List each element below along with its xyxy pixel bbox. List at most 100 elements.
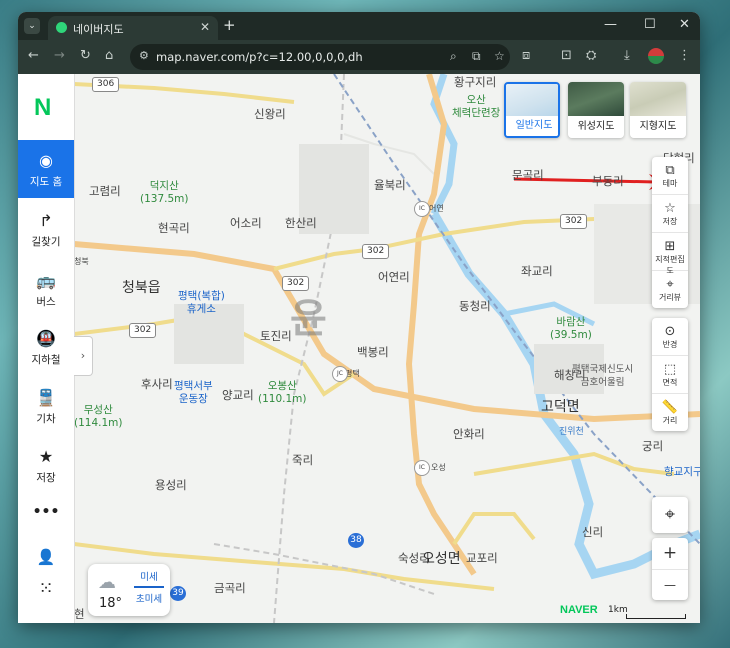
road-shield: 302 (560, 214, 588, 229)
temperature: 18° (99, 596, 123, 611)
measure-tools-panel: ⊙ 반경 ⬚ 면적 📏 거리 (652, 318, 688, 431)
map-type-satellite-button[interactable]: 위성지도 (568, 82, 624, 138)
cast-icon[interactable]: ⧉ (472, 49, 481, 64)
cadastral-icon: ⊞ (664, 239, 676, 254)
apps-grid-icon[interactable]: ⁙ (18, 578, 74, 602)
place-label: 고덕면 (541, 399, 580, 415)
sidebar-more-button[interactable]: ••• (18, 504, 74, 530)
distance-button[interactable]: 📏 거리 (652, 394, 688, 431)
tool-label: 테마 (662, 179, 678, 188)
my-location-button[interactable]: ⌖ (652, 497, 688, 533)
place-label: 문곡리 (512, 168, 544, 182)
tool-label: 반경 (662, 340, 678, 349)
road-shield: 302 (129, 323, 157, 338)
map-canvas[interactable]: 황구지리 오산 체력단련장 당현리 신왕리 문곡리 율북리 고렴리 덕지산 (1… (74, 74, 700, 623)
sidebar-item-directions[interactable]: ↱ 길찾기 (18, 200, 74, 258)
profile-avatar[interactable] (648, 48, 664, 64)
place-label: 부동리 (592, 174, 624, 188)
screenshot-icon[interactable]: ⊡ (561, 48, 572, 63)
river-label: 진위천 (559, 427, 584, 437)
poi-label: 덕지산 (137.5m) (140, 180, 189, 205)
browser-tab[interactable]: 네이버지도 ✕ (48, 16, 218, 40)
sidebar-item-label: 기차 (36, 413, 56, 425)
cloud-icon: ☁ (98, 572, 116, 593)
privacy-icon[interactable]: ⛭ (586, 48, 596, 63)
place-label: 안화리 (453, 427, 485, 441)
place-label: 백봉리 (357, 345, 389, 359)
theme-button[interactable]: ⧉ 테마 (652, 157, 688, 195)
sidebar-item-label: 저장 (36, 472, 56, 484)
ultrafine-dust-label: 초미세 (135, 594, 163, 605)
scale-label: 1km (608, 605, 628, 615)
close-window-button[interactable]: ✕ (679, 17, 690, 32)
user-icon[interactable]: 👤 (18, 548, 74, 572)
weather-widget[interactable]: ☁ 18° 미세 초미세 (88, 564, 170, 616)
place-label: 황구지리 (454, 75, 497, 89)
maximize-button[interactable]: ☐ (644, 17, 656, 32)
map-thumbnail (506, 84, 558, 116)
tab-search-button[interactable]: ⌄ (24, 18, 40, 34)
site-info-icon[interactable]: ⚙ (139, 49, 149, 62)
map-type-normal-button[interactable]: 일반지도 (504, 82, 560, 138)
poi-label: 오산 체력단련장 (452, 94, 501, 119)
download-icon[interactable]: ⤓ (624, 48, 630, 63)
expand-panel-button[interactable]: › (74, 336, 93, 376)
place-label: 어연리 (378, 270, 410, 284)
zoom-in-button[interactable]: + (652, 538, 688, 570)
area-button[interactable]: ⬚ 면적 (652, 356, 688, 394)
url-text[interactable]: map.naver.com/p?c=12.00,0,0,0,dh (156, 50, 363, 64)
place-label: 용성리 (155, 478, 187, 492)
home-icon[interactable]: ⌂ (105, 48, 113, 63)
sidebar-item-saved[interactable]: ★ 저장 (18, 436, 74, 494)
zoom-control: + — (652, 538, 688, 600)
naver-brand-logo: NAVER (560, 604, 598, 616)
radius-button[interactable]: ⊙ 반경 (652, 318, 688, 356)
road-shield: 302 (362, 244, 390, 259)
browser-menu-icon[interactable]: ⋮ (678, 48, 691, 63)
address-bar[interactable]: ⚙ map.naver.com/p?c=12.00,0,0,0,dh ⌕ ⧉ ☆ (130, 44, 510, 70)
fine-dust-label: 미세 (134, 570, 164, 588)
poi-label: 평택국제신도시 금호어울림 (572, 364, 634, 388)
sidebar-item-map-home[interactable]: ◉ 지도 홈 (18, 140, 74, 198)
place-label: 동청리 (459, 299, 491, 313)
cadastral-map-button[interactable]: ⊞ 지적편집도 (652, 233, 688, 275)
bookmark-star-icon[interactable]: ☆ (494, 49, 505, 63)
reload-icon[interactable]: ↻ (80, 48, 91, 63)
sidebar-item-bus[interactable]: 🚌 버스 (18, 260, 74, 318)
back-icon[interactable]: ← (28, 48, 39, 63)
sidebar-item-train[interactable]: 🚆 기차 (18, 377, 74, 435)
place-label: 오성 (431, 463, 446, 472)
forward-icon[interactable]: → (54, 48, 65, 63)
sidebar-item-label: 지하철 (31, 354, 61, 366)
naver-map-favicon-icon (56, 22, 67, 33)
tool-label: 면적 (662, 378, 678, 387)
poi-label: 오봉산 (110.1m) (258, 380, 307, 405)
place-label: 양교리 (222, 388, 254, 402)
place-label: 토진리 (260, 329, 292, 343)
interchange-icon: IC (414, 460, 430, 476)
extensions-icon[interactable]: ⧈ (522, 48, 530, 63)
scale-bar (626, 614, 686, 619)
sidebar-item-subway[interactable]: 🚇 지하철 (18, 318, 74, 376)
save-map-button[interactable]: ☆ 저장 (652, 195, 688, 233)
map-type-label: 일반지도 (506, 116, 558, 136)
map-type-terrain-button[interactable]: 지형지도 (630, 82, 686, 138)
place-label: 한산리 (285, 216, 317, 230)
naver-logo[interactable]: N (18, 74, 74, 140)
street-view-button[interactable]: ⌖ 거리뷰 (652, 271, 688, 308)
new-tab-button[interactable]: + (223, 16, 236, 34)
map-thumbnail (630, 82, 686, 116)
tab-close-icon[interactable]: ✕ (200, 20, 210, 34)
minimize-button[interactable]: — (604, 17, 617, 32)
road-shield: 38 (348, 533, 364, 548)
junction-icon: JC (332, 366, 348, 382)
watermark-logo: 윤 (290, 296, 327, 342)
place-label: 고렴리 (89, 184, 121, 198)
radius-icon: ⊙ (664, 324, 676, 339)
tool-label: 저장 (662, 217, 678, 226)
tab-title: 네이버지도 (73, 23, 124, 36)
tab-bar: ⌄ 네이버지도 ✕ + — ☐ ✕ (18, 12, 700, 40)
page-content: N ◉ 지도 홈 ↱ 길찾기 🚌 버스 🚇 지하철 🚆 기차 ★ 저장 ••• … (18, 74, 700, 623)
zoom-out-button[interactable]: — (652, 570, 688, 600)
zoom-search-icon[interactable]: ⌕ (450, 49, 457, 64)
